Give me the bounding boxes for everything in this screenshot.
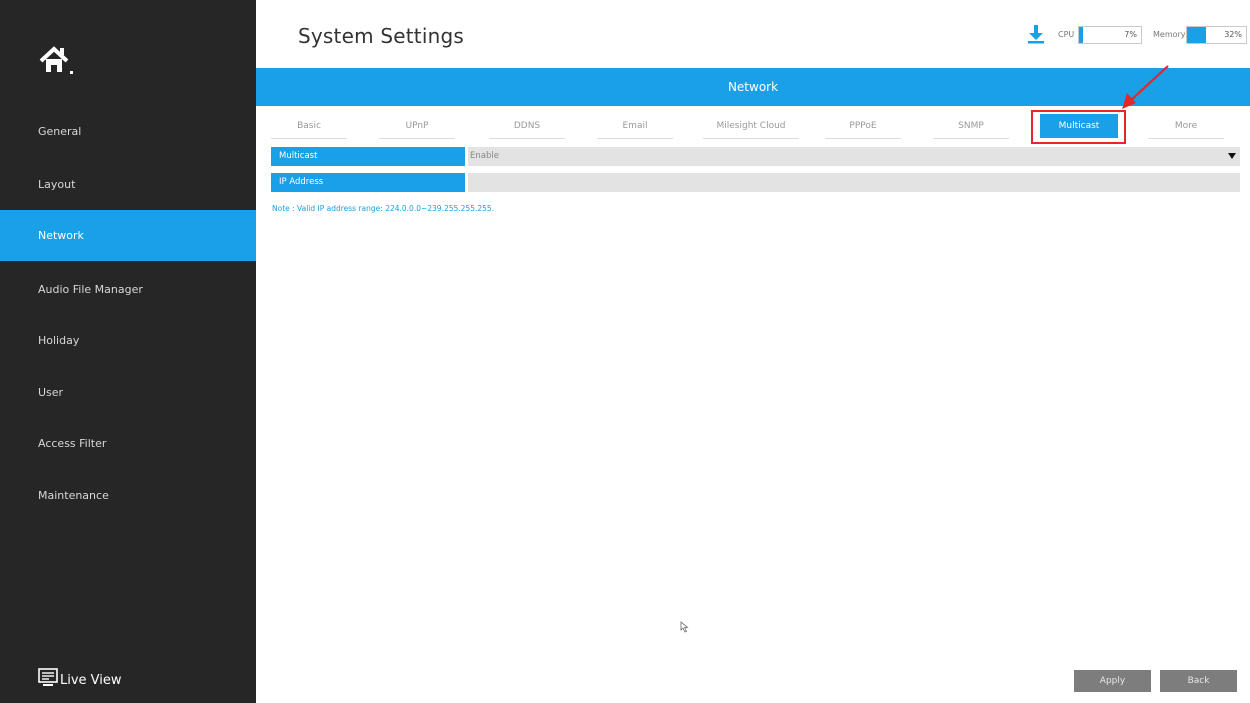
home-icon[interactable] — [38, 42, 78, 82]
tab-pppoe[interactable]: PPPoE — [825, 114, 901, 139]
tab-milesight-cloud[interactable]: Milesight Cloud — [703, 114, 799, 139]
tab-email[interactable]: Email — [597, 114, 673, 139]
live-view-label: Live View — [60, 672, 122, 688]
memory-meter-fill — [1187, 27, 1206, 43]
sidebar-item-user[interactable]: User — [0, 367, 256, 418]
multicast-label: Multicast — [271, 147, 465, 166]
sidebar-item-access-filter[interactable]: Access Filter — [0, 418, 256, 469]
sidebar-item-layout[interactable]: Layout — [0, 159, 256, 210]
live-view-button[interactable]: Live View — [38, 668, 122, 692]
ip-address-input[interactable] — [468, 173, 1240, 192]
sidebar-item-maintenance[interactable]: Maintenance — [0, 470, 256, 521]
multicast-select[interactable]: Enable — [468, 147, 1240, 166]
ip-address-label: IP Address — [271, 173, 465, 192]
page-title: System Settings — [298, 24, 464, 48]
download-icon[interactable] — [1027, 24, 1045, 44]
sidebar-item-general[interactable]: General — [0, 106, 256, 157]
mouse-cursor-icon — [680, 621, 689, 633]
apply-button[interactable]: Apply — [1074, 670, 1151, 692]
memory-meter: 32% — [1186, 26, 1247, 44]
section-title-bar: Network — [256, 68, 1250, 106]
sidebar-item-network[interactable]: Network — [0, 210, 256, 261]
tab-snmp[interactable]: SNMP — [933, 114, 1009, 139]
cpu-value: 7% — [1124, 30, 1137, 39]
tab-ddns[interactable]: DDNS — [489, 114, 565, 139]
memory-label: Memory — [1153, 30, 1186, 39]
tab-upnp[interactable]: UPnP — [379, 114, 455, 139]
red-arrow-icon — [1122, 65, 1169, 109]
back-button[interactable]: Back — [1160, 670, 1237, 692]
dropdown-caret-icon — [1228, 153, 1236, 159]
sidebar: General Layout Network Audio File Manage… — [0, 0, 256, 703]
tab-basic[interactable]: Basic — [271, 114, 347, 139]
ip-range-note: Note : Valid IP address range: 224.0.0.0… — [272, 204, 495, 213]
multicast-value: Enable — [470, 151, 499, 161]
monitor-icon — [38, 668, 60, 692]
memory-value: 32% — [1224, 30, 1242, 39]
sidebar-item-audio-file-manager[interactable]: Audio File Manager — [0, 264, 256, 315]
cpu-label: CPU — [1058, 30, 1075, 39]
cpu-meter-fill — [1079, 27, 1084, 43]
sidebar-item-holiday[interactable]: Holiday — [0, 315, 256, 366]
cpu-meter: 7% — [1078, 26, 1142, 44]
